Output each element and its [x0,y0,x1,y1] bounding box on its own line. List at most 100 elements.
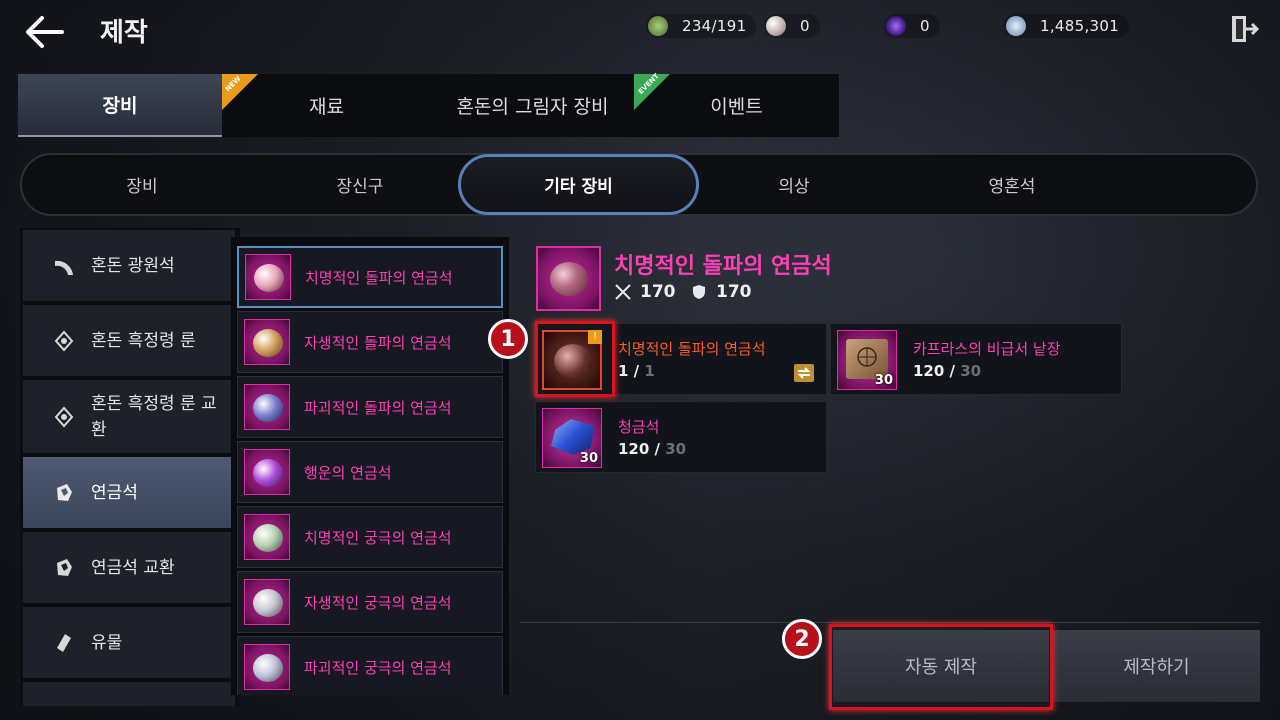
item-thumbnail [244,644,290,690]
step-marker-2: 2 [782,619,822,659]
alchemy-gem-icon [253,589,283,617]
page-title: 제작 [100,18,148,48]
subtab-label: 장신구 [336,177,384,197]
purple-orb-icon [886,16,906,36]
item-thumbnail [244,319,290,365]
material-quantity: 30 [579,451,598,466]
material-slot[interactable]: 30 카프라스의 비급서 낱장 120 / 30 [830,323,1122,395]
category-chaos-rune[interactable]: 혼돈 흑정령 룬 [23,305,235,377]
tab-label: 이벤트 [710,96,763,118]
material-quantity: 30 [874,373,893,388]
recipe-item[interactable]: 자생적인 돌파의 연금석 [237,311,503,373]
category-label: 혼돈 흑정령 룬 [91,330,196,351]
rune-diamond-icon [53,405,75,428]
category-alchemy-stone-exchange[interactable]: 연금석 교환 [23,532,235,604]
category-label: 유물 [91,632,123,653]
silver-coin-icon [1006,16,1026,36]
category-label: 혼돈 흑정령 룬 교환 [91,393,217,440]
subtab-label: 의상 [778,177,810,197]
sub-tabs: 장비 장신구 기타 장비 의상 영혼석 [20,153,1258,216]
currency-orb-value: 0 [920,17,930,35]
recipe-name: 파괴적인 궁극의 연금석 [304,658,452,677]
tab-chaos-shadow-equipment[interactable]: 혼돈의 그림자 장비 [431,74,634,137]
material-count: 120 / 30 [913,362,982,380]
result-item-name: 치명적인 돌파의 연금석 [614,254,832,279]
swap-icon[interactable] [794,364,814,382]
recipe-item[interactable]: 파괴적인 돌파의 연금석 [237,376,503,438]
alchemy-gem-icon [253,329,283,357]
result-item-thumbnail[interactable] [536,246,601,311]
item-thumbnail [244,514,290,560]
category-chaos-rune-exchange[interactable]: 혼돈 흑정령 룬 교환 [23,380,235,454]
relic-icon [53,632,75,654]
alchemy-gem-icon [554,344,592,378]
category-label: 연금석 교환 [91,557,175,578]
alchemy-gem-icon [253,394,283,422]
energy-gem-icon [648,16,668,36]
tab-event[interactable]: EVENT 이벤트 [634,72,839,137]
subtab-soulstone[interactable]: 영혼석 [912,155,1112,214]
material-count: 120 / 30 [618,440,687,458]
recipe-list: 치명적인 돌파의 연금석 자생적인 돌파의 연금석 파괴적인 돌파의 연금석 행… [231,237,509,695]
material-slot[interactable]: ! 치명적인 돌파의 연금석 1 / 1 [535,323,827,395]
tab-label: 장비 [102,95,138,117]
tab-materials[interactable]: NEW 재료 [222,74,431,137]
material-have: 1 [618,362,629,380]
currency-pearl: 0 [764,14,820,38]
alchemy-stone-icon [53,482,75,504]
alchemy-gem-icon [254,264,284,292]
category-alchemy-stone[interactable]: 연금석 [23,457,235,529]
exit-button[interactable] [1230,13,1260,45]
pearl-icon [766,16,786,36]
recipe-item[interactable]: 파괴적인 궁극의 연금석 [237,636,503,695]
recipe-name: 치명적인 돌파의 연금석 [305,268,453,287]
alchemy-gem-icon [253,524,283,552]
subtab-accessories[interactable]: 장신구 [260,155,460,214]
category-relic[interactable]: 유물 [23,607,235,679]
material-thumbnail: ! [542,330,602,390]
light-fan-icon [53,255,75,277]
auto-craft-button[interactable]: 자동 제작 [833,630,1049,702]
subtab-other-equipment[interactable]: 기타 장비 [458,154,699,215]
currency-silver: 1,485,301 [1004,14,1130,38]
recipe-name: 행운의 연금석 [304,463,392,482]
recipe-item[interactable]: 치명적인 궁극의 연금석 [237,506,503,568]
recipe-item[interactable]: 행운의 연금석 [237,441,503,503]
currency-energy-value: 234/191 [682,17,747,35]
divider [520,622,1260,623]
material-name: 청금석 [618,418,660,436]
recipe-name: 치명적인 궁극의 연금석 [304,528,452,547]
top-bar: 제작 234/191 0 0 1,485,301 [0,0,1280,60]
item-thumbnail [244,579,290,625]
currency-pearl-value: 0 [800,17,810,35]
recipe-item[interactable]: 치명적인 돌파의 연금석 [237,246,503,308]
alchemy-stone-icon [53,557,75,579]
category-more[interactable] [23,682,235,706]
subtab-label: 기타 장비 [544,177,613,197]
defense-stat: 170 [690,282,752,302]
material-slot[interactable]: 30 청금석 120 / 30 [535,401,827,473]
back-button[interactable] [22,12,66,52]
subtab-costume[interactable]: 의상 [694,155,894,214]
tab-label: 재료 [309,96,344,118]
item-thumbnail [244,384,290,430]
material-have: 120 [913,362,945,380]
subtab-label: 영혼석 [988,177,1036,197]
arrow-left-icon [26,16,64,48]
defense-value: 170 [716,282,752,302]
recipe-name: 자생적인 돌파의 연금석 [304,333,452,352]
crossed-swords-icon [615,284,631,300]
tab-equipment[interactable]: 장비 [18,74,222,137]
subtab-equipment[interactable]: 장비 [42,155,242,214]
craft-button[interactable]: 제작하기 [1053,630,1260,702]
item-thumbnail [244,449,290,495]
attack-value: 170 [640,282,676,302]
recipe-item[interactable]: 자생적인 궁극의 연금석 [237,571,503,633]
category-label: 연금석 [91,482,138,503]
tab-label: 혼돈의 그림자 장비 [456,96,609,118]
category-chaos-lightstone[interactable]: 혼돈 광원석 [23,230,235,302]
material-need: 30 [665,440,687,458]
currency-energy: 234/191 [646,14,757,38]
lapis-ore-icon [551,419,595,455]
recipe-name: 자생적인 궁극의 연금석 [304,593,452,612]
